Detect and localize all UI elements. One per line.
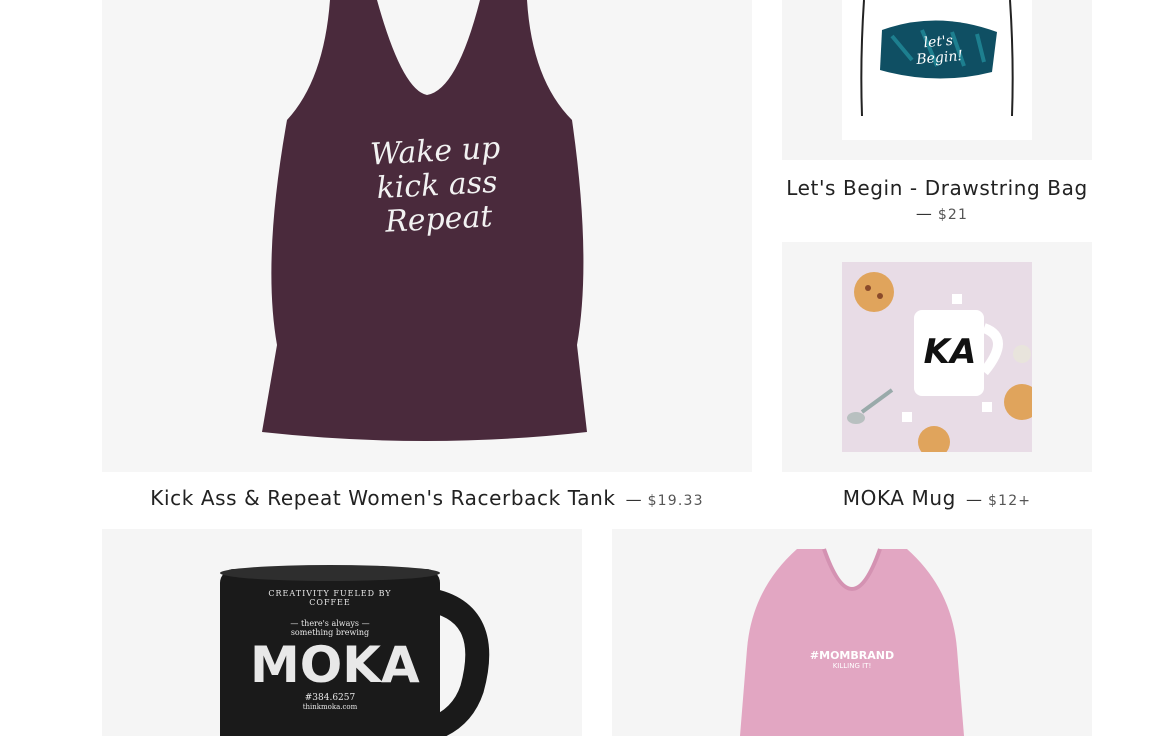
product-price-mug: $12+: [987, 493, 1032, 509]
product-price-tank: $19.33: [647, 493, 704, 509]
price-separator: —: [965, 490, 982, 509]
tee-print-text: #MOMBRAND KILLING IT!: [809, 649, 895, 670]
price-separator: —: [915, 204, 932, 223]
product-title-row-bag: Let's Begin - Drawstring Bag — $21: [782, 176, 1092, 223]
product-title-tank[interactable]: Kick Ass & Repeat Women's Racerback Tank: [150, 486, 615, 510]
price-separator: —: [625, 490, 642, 509]
product-price-bag: $21: [937, 207, 969, 223]
bag-photo: let's Begin!: [842, 0, 1032, 140]
black-mug-print: CREATIVITY FUELED BY COFFEE — there's al…: [250, 589, 420, 711]
mug-photo: KA: [842, 262, 1032, 452]
tank-print-text: Wake up kick ass Repeat: [369, 130, 502, 240]
mug-print-text: KA: [923, 332, 977, 372]
product-title-mug[interactable]: MOKA Mug: [843, 486, 956, 510]
product-title-bag[interactable]: Let's Begin - Drawstring Bag: [782, 176, 1092, 200]
product-image-tank[interactable]: Wake up kick ass Repeat: [102, 0, 752, 472]
product-image-bag[interactable]: let's Begin!: [782, 0, 1092, 160]
product-image-moka-mug[interactable]: KA: [782, 242, 1092, 472]
tee-illustration: [740, 548, 964, 736]
bag-illustration: [860, 0, 1014, 117]
product-title-row-mug: MOKA Mug — $12+: [782, 486, 1092, 510]
product-image-pink-tee[interactable]: #MOMBRAND KILLING IT!: [612, 529, 1092, 736]
product-title-row-tank: Kick Ass & Repeat Women's Racerback Tank…: [102, 486, 752, 510]
product-image-black-mug[interactable]: CREATIVITY FUELED BY COFFEE — there's al…: [102, 529, 582, 736]
